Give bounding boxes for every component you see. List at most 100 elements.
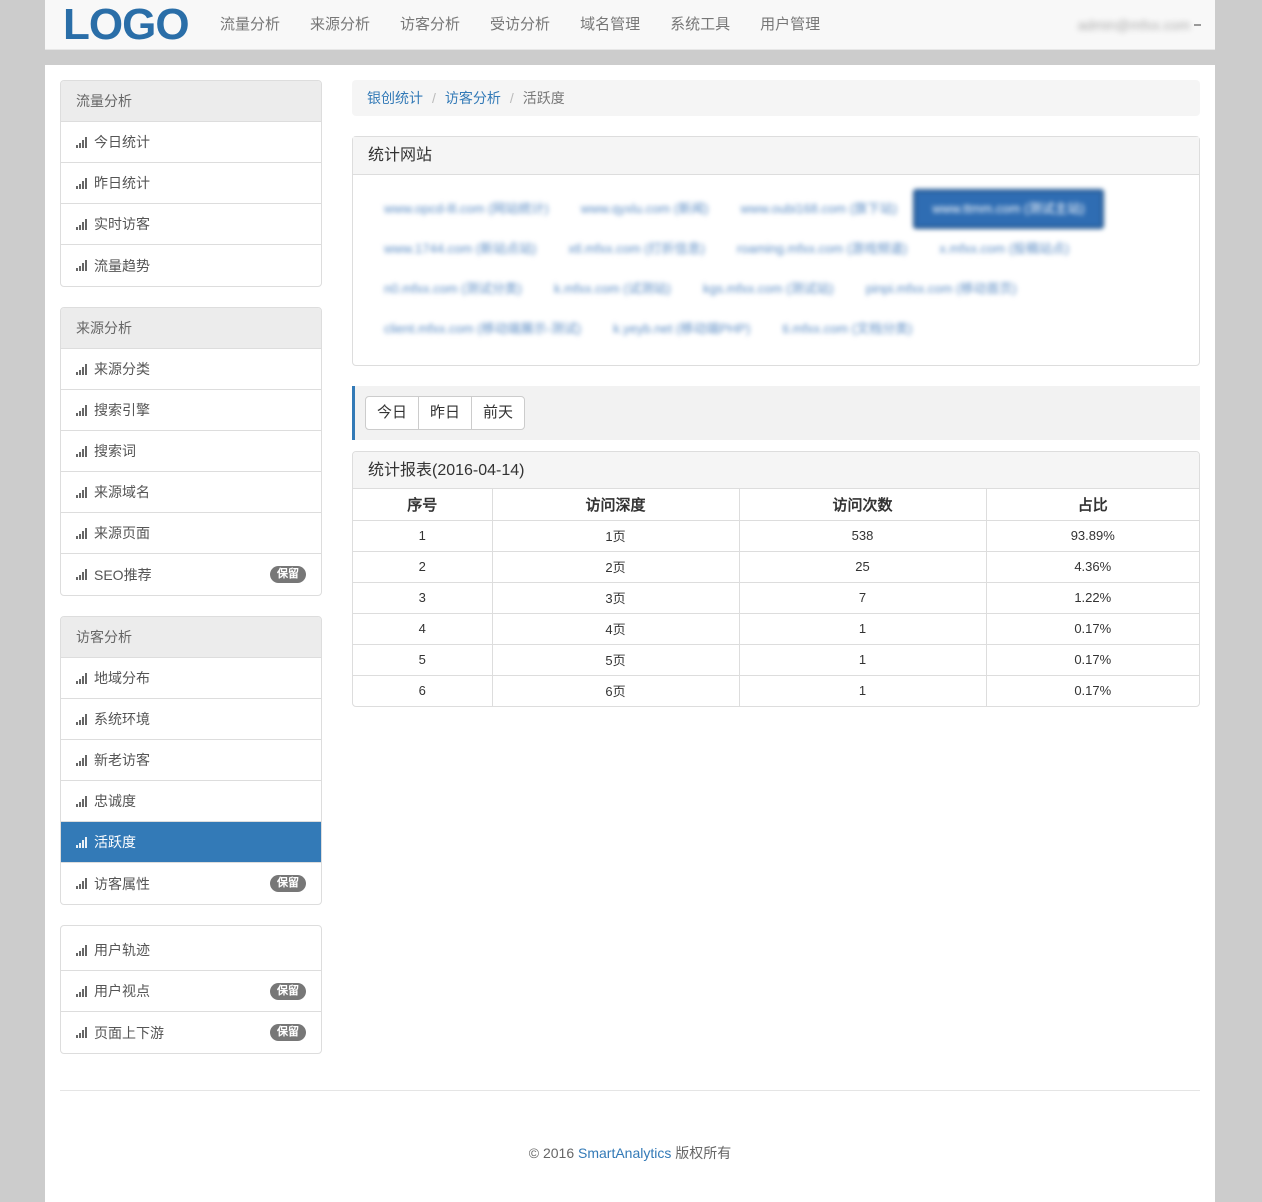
site-link[interactable]: client.mfxx.com (移动端展示-测试) bbox=[368, 309, 597, 349]
site-link[interactable]: pinpi.mfxx.com (移动首页) bbox=[850, 269, 1033, 309]
table-row: 3 3页 7 1.22% bbox=[353, 581, 1199, 613]
table-cell: 0.17% bbox=[986, 643, 1199, 675]
table-cell: 0.17% bbox=[986, 612, 1199, 644]
nav-item-traffic[interactable]: 流量分析 bbox=[205, 0, 295, 50]
sidebar: 流量分析 今日统计 昨日统计 实时访客 流量趋势 来源分析 来源分类 搜索引擎 搜索词 来源域名来… bbox=[60, 80, 322, 1074]
sidebar-item-label: SEO推荐 bbox=[94, 566, 152, 583]
table-cell: 7 bbox=[739, 581, 987, 613]
nav-item-tools[interactable]: 系统工具 bbox=[655, 0, 745, 50]
date-range-buttons: 今日 昨日 前天 bbox=[365, 396, 526, 430]
yesterday-button[interactable]: 昨日 bbox=[419, 397, 473, 429]
table-cell: 1 bbox=[353, 520, 493, 551]
nav-item-visitor[interactable]: 访客分析 bbox=[385, 0, 475, 50]
site-link[interactable]: www.opcd-lll.com (网站统计) bbox=[368, 189, 565, 229]
site-link[interactable]: ti.mfxx.com (文档分类) bbox=[766, 309, 928, 349]
sidebar-item[interactable]: 忠诚度 bbox=[61, 781, 321, 822]
sidebar-item-label: 实时访客 bbox=[94, 216, 150, 232]
nav-item-users[interactable]: 用户管理 bbox=[745, 0, 835, 50]
signal-bars-icon bbox=[76, 985, 90, 997]
main-content: 银创统计 / 访客分析 / 活跃度 统计网站 www.opcd-lll.com … bbox=[352, 80, 1200, 707]
sidebar-item[interactable]: 用户轨迹 bbox=[61, 930, 321, 971]
sidebar-item-label: 用户视点 bbox=[94, 983, 150, 999]
breadcrumb-current: 活跃度 bbox=[522, 90, 565, 106]
sidebar-item[interactable]: 搜索引擎 bbox=[61, 390, 321, 431]
site-link[interactable]: x.mfxx.com (投稿站点) bbox=[923, 229, 1085, 269]
main-nav: 流量分析 来源分析 访客分析 受访分析 域名管理 系统工具 用户管理 bbox=[205, 0, 835, 50]
user-menu[interactable]: admin@mfxx.com bbox=[1078, 0, 1201, 50]
sites-panel-title: 统计网站 bbox=[353, 137, 1199, 175]
sidebar-item[interactable]: 今日统计 bbox=[61, 122, 321, 163]
caret-down-icon bbox=[1194, 24, 1201, 26]
signal-bars-icon bbox=[76, 672, 90, 684]
sidebar-item-label: 地域分布 bbox=[94, 670, 150, 686]
sidebar-item[interactable]: 活跃度 bbox=[61, 822, 321, 863]
breadcrumb-separator: / bbox=[509, 90, 514, 106]
sidebar-item[interactable]: 系统环境 bbox=[61, 699, 321, 740]
top-navbar: LOGO 流量分析 来源分析 访客分析 受访分析 域名管理 系统工具 用户管理 … bbox=[45, 0, 1215, 50]
signal-bars-icon bbox=[76, 836, 90, 848]
site-link[interactable]: kgs.mfxx.com (测试站) bbox=[687, 269, 850, 309]
signal-bars-icon bbox=[76, 260, 90, 271]
nav-item-visited[interactable]: 受访分析 bbox=[475, 0, 565, 50]
nav-item-domain[interactable]: 域名管理 bbox=[565, 0, 655, 50]
sidebar-item-label: 页面上下游 bbox=[94, 1024, 164, 1041]
footer: © 2016 SmartAnalytics 版权所有 bbox=[45, 1143, 1215, 1163]
table-cell: 6页 bbox=[492, 674, 740, 706]
signal-bars-icon bbox=[76, 527, 90, 539]
sidebar-item-label: 访客属性 bbox=[94, 875, 150, 892]
table-row: 6 6页 1 0.17% bbox=[353, 674, 1199, 706]
sidebar-item[interactable]: 来源域名 bbox=[61, 472, 321, 513]
sidebar-item-label: 搜索引擎 bbox=[94, 402, 150, 418]
sidebar-item[interactable]: 页面上下游 保留 bbox=[61, 1012, 321, 1053]
breadcrumb-section[interactable]: 访客分析 bbox=[445, 80, 501, 116]
sidebar-item-label: 搜索词 bbox=[94, 443, 136, 459]
logo[interactable]: LOGO bbox=[63, 2, 190, 48]
signal-bars-icon bbox=[76, 795, 90, 807]
site-link[interactable]: k.yeyb.net (移动端PHP) bbox=[597, 309, 766, 349]
site-link[interactable]: k.mfxx.com (试测站) bbox=[538, 269, 687, 309]
footer-divider bbox=[60, 1090, 1200, 1091]
report-table-body: 1 1页 538 93.89% 2 2页 25 4.36% 3 3页 7 1.22% 4 4页 1 0.17%… bbox=[353, 520, 1199, 706]
column-header: 序号 bbox=[353, 489, 493, 521]
sidebar-item[interactable]: 流量趋势 bbox=[61, 245, 321, 286]
site-link[interactable]: n0.mfxx.com (测试分类) bbox=[368, 269, 538, 309]
table-cell: 1页 bbox=[492, 520, 740, 551]
sidebar-group: 访客分析 地域分布 系统环境 新老访客 忠诚度 活跃度 访客属性 保留 bbox=[60, 616, 322, 905]
signal-bars-icon bbox=[76, 713, 90, 725]
breadcrumb-root[interactable]: 银创统计 bbox=[367, 80, 423, 116]
sidebar-item[interactable]: 用户视点 保留 bbox=[61, 971, 321, 1012]
table-row: 1 1页 538 93.89% bbox=[353, 520, 1199, 551]
breadcrumb: 银创统计 / 访客分析 / 活跃度 bbox=[352, 80, 1200, 116]
sidebar-item[interactable]: SEO推荐 保留 bbox=[61, 554, 321, 595]
site-link[interactable]: roaming.mfxx.com (游戏频道) bbox=[721, 229, 923, 269]
signal-bars-icon bbox=[76, 404, 90, 416]
site-link[interactable]: www.qyxlu.com (新闻) bbox=[565, 189, 725, 229]
today-button[interactable]: 今日 bbox=[366, 397, 420, 429]
sidebar-item[interactable]: 搜索词 bbox=[61, 431, 321, 472]
day-before-button[interactable]: 前天 bbox=[472, 397, 524, 429]
sidebar-item[interactable]: 新老访客 bbox=[61, 740, 321, 781]
sidebar-item[interactable]: 来源页面 bbox=[61, 513, 321, 554]
sidebar-item[interactable]: 昨日统计 bbox=[61, 163, 321, 204]
sidebar-item[interactable]: 访客属性 保留 bbox=[61, 863, 321, 904]
site-link[interactable]: www.1744.com (新站点站) bbox=[368, 229, 552, 269]
column-header: 访问深度 bbox=[492, 489, 740, 521]
table-cell: 1.22% bbox=[986, 581, 1199, 613]
signal-bars-icon bbox=[76, 445, 90, 457]
nav-item-source[interactable]: 来源分析 bbox=[295, 0, 385, 50]
sidebar-item[interactable]: 来源分类 bbox=[61, 349, 321, 390]
sidebar-item[interactable]: 实时访客 bbox=[61, 204, 321, 245]
site-link[interactable]: xtl.mfxx.com (打折信息) bbox=[552, 229, 721, 269]
site-link[interactable]: www.oubi168.com (旗下站) bbox=[725, 189, 914, 229]
footer-brand-link[interactable]: SmartAnalytics bbox=[578, 1145, 671, 1161]
table-cell: 6 bbox=[353, 674, 493, 706]
table-cell: 2 bbox=[353, 550, 493, 582]
table-cell: 3 bbox=[353, 581, 493, 613]
footer-copyright: © 2016 bbox=[528, 1145, 578, 1161]
site-link[interactable]: www.ttmm.com (测试主站) bbox=[913, 189, 1104, 229]
report-panel: 统计报表(2016-04-14) 序号 访问深度 访问次数 占比 1 1页 538 9… bbox=[352, 451, 1200, 707]
signal-bars-icon bbox=[76, 177, 90, 189]
table-cell: 1 bbox=[739, 674, 987, 706]
reserved-badge: 保留 bbox=[270, 875, 306, 892]
sidebar-item[interactable]: 地域分布 bbox=[61, 658, 321, 699]
